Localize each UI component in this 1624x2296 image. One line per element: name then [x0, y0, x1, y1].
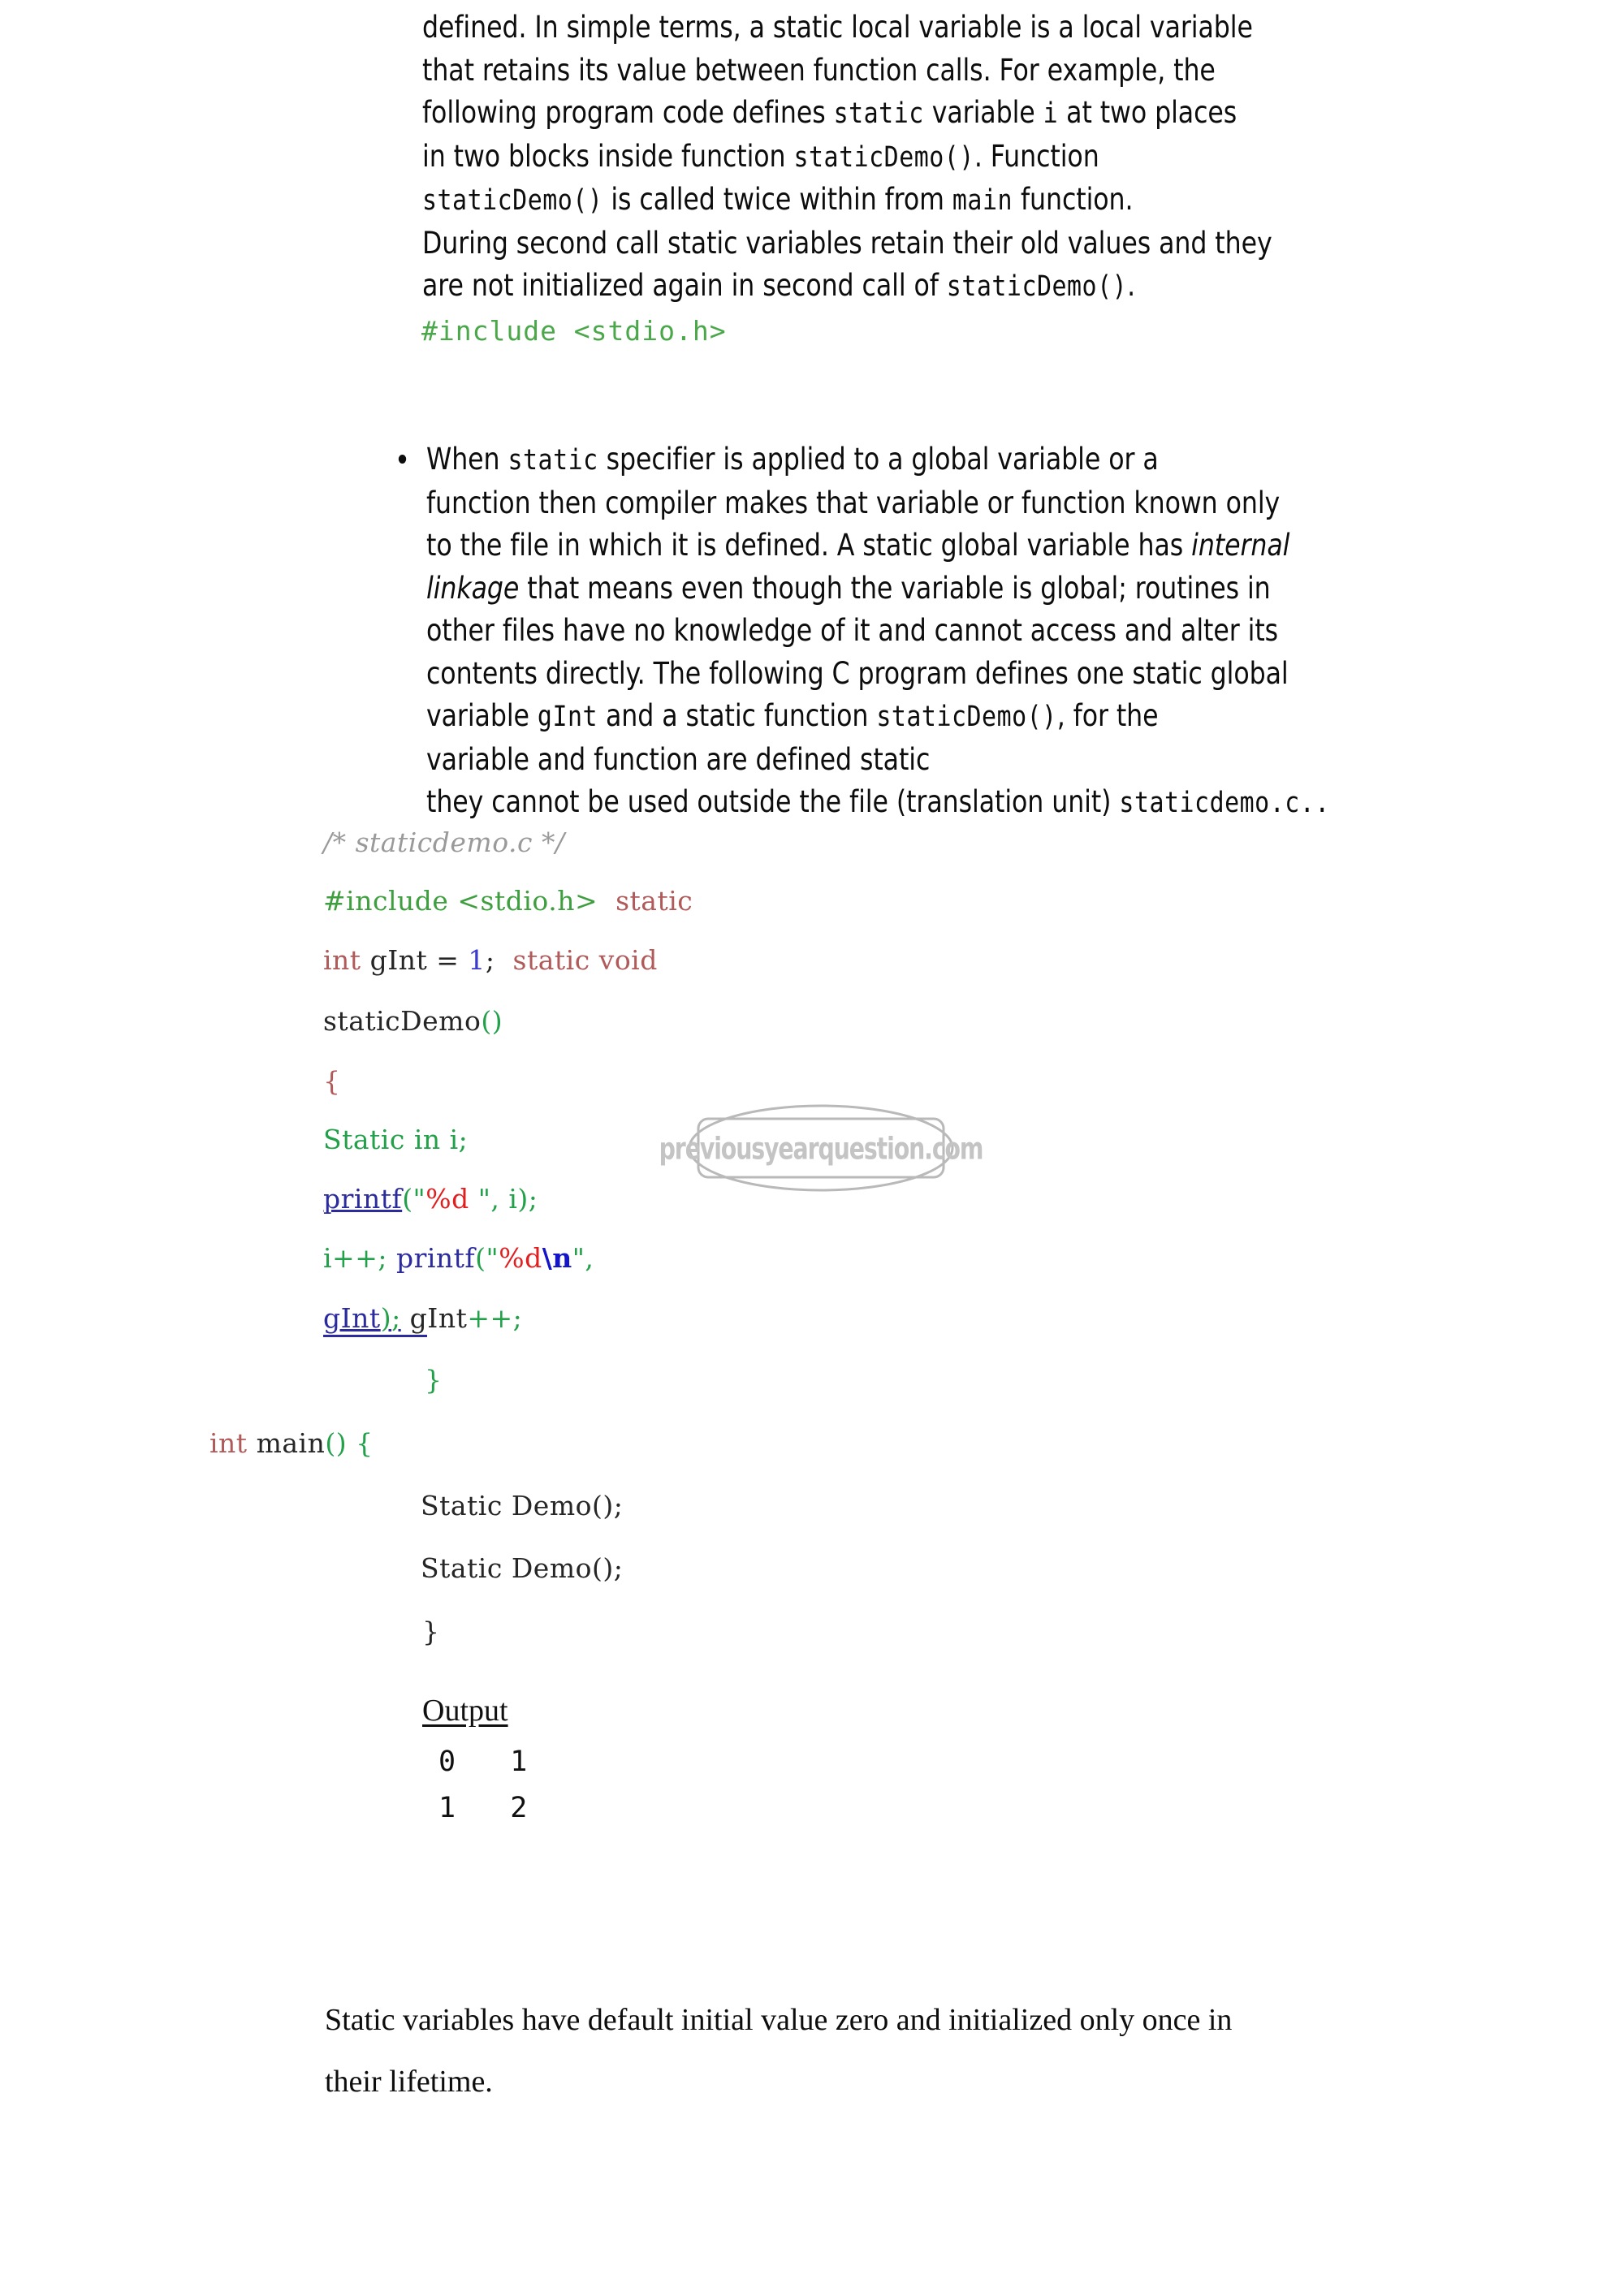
code-line: gInt); gInt++;	[323, 1302, 523, 1337]
code-token: )	[380, 1302, 392, 1334]
inline-code: gInt	[537, 701, 598, 733]
code-token: static void	[512, 944, 658, 976]
watermark: previousyearquestion.com	[659, 1103, 984, 1193]
code-token: ;	[485, 944, 495, 976]
code-line: int main() {	[209, 1427, 374, 1459]
paragraph-line: linkage that means even though the varia…	[426, 570, 1271, 606]
code-line: Static in i;	[323, 1124, 468, 1155]
code-token: {	[323, 1065, 341, 1097]
code-token: ++;	[467, 1302, 523, 1334]
code-line: }	[425, 1364, 443, 1396]
code-token: {	[356, 1427, 374, 1459]
code-token: static	[615, 885, 693, 917]
code-token: ()	[325, 1427, 348, 1459]
code-token: %d	[425, 1183, 469, 1215]
document-page: defined. In simple terms, a static local…	[0, 0, 1624, 2296]
inline-code: staticdemo.c..	[1119, 787, 1330, 819]
code-token: ", i);	[469, 1183, 538, 1215]
code-token: /* staticdemo.c */	[323, 826, 565, 858]
paragraph-line: in two blocks inside function staticDemo…	[422, 138, 1099, 174]
paragraph-line: staticDemo() is called twice within from…	[422, 182, 1134, 217]
inline-code: static	[508, 444, 598, 477]
code-token: printf	[323, 1183, 403, 1215]
code-token: int	[323, 944, 361, 976]
code-token: }	[422, 1616, 440, 1647]
spellcheck-underline	[323, 1335, 427, 1337]
code-token: printf	[395, 1242, 476, 1274]
paragraph-line: function then compiler makes that variab…	[426, 485, 1281, 520]
code-token: gInt	[323, 1302, 381, 1334]
code-token: Static Demo();	[421, 1490, 624, 1521]
code-token: #include <stdio.h>	[323, 885, 598, 917]
output-row: 0 1	[438, 1746, 529, 1778]
paragraph-line: variable and function are defined static	[426, 741, 931, 777]
code-line: /* staticdemo.c */	[323, 826, 565, 858]
emphasis-text: linkage	[426, 570, 520, 606]
inline-code: staticDemo()	[876, 701, 1057, 733]
emphasis-text: internal	[1191, 528, 1290, 563]
code-token: =	[427, 944, 469, 976]
watermark-ellipse-icon	[688, 1104, 954, 1192]
bullet-dot-icon	[398, 455, 407, 464]
paragraph-line: When static specifier is applied to a gl…	[426, 442, 1159, 477]
code-line: #include <stdio.h> static	[323, 885, 693, 917]
paragraph-line: contents directly. The following C progr…	[426, 655, 1289, 691]
bullet-paragraph: When static specifier is applied to a gl…	[398, 438, 1330, 825]
code-token: ("	[475, 1242, 499, 1274]
code-line: int gInt = 1; static void	[323, 944, 658, 976]
paragraph-bottom: Static variables have default initial va…	[325, 1989, 1232, 2113]
paragraph-line: are not initialized again in second call…	[422, 268, 1136, 303]
paragraph-line: to the file in which it is defined. A st…	[426, 528, 1290, 563]
code-token: ",	[572, 1242, 594, 1274]
paragraph-line: that retains its value between function …	[422, 52, 1216, 88]
paragraph-line: other files have no knowledge of it and …	[426, 613, 1279, 648]
inline-code: staticDemo()	[422, 184, 603, 217]
output-row: 1 2	[438, 1792, 529, 1824]
code-line: staticDemo()	[323, 1005, 503, 1037]
paragraph-line: their lifetime.	[325, 2065, 493, 2099]
paragraph-line: Static variables have default initial va…	[325, 2003, 1233, 2037]
code-line: printf("%d ", i);	[323, 1183, 538, 1215]
code-token: gInt	[400, 1302, 468, 1334]
code-line: }	[422, 1616, 440, 1647]
code-token: Static in i;	[323, 1124, 469, 1155]
code-token: \n	[542, 1242, 572, 1274]
code-token: i++;	[323, 1242, 396, 1274]
code-line: {	[323, 1065, 341, 1097]
paragraph-line: they cannot be used outside the file (tr…	[426, 784, 1330, 819]
code-token: Static Demo();	[421, 1552, 624, 1584]
inline-code: staticDemo()	[946, 270, 1128, 303]
code-token: 1	[468, 944, 486, 976]
code-line: Static Demo();	[421, 1490, 623, 1521]
code-token: gInt	[369, 944, 428, 976]
paragraph-line: During second call static variables reta…	[422, 225, 1272, 261]
paragraph-line: following program code defines static va…	[422, 95, 1237, 130]
code-token: ()	[481, 1005, 503, 1037]
code-token: ("	[402, 1183, 426, 1215]
watermark-text: previousyearquestion.com	[659, 1130, 984, 1166]
code-line: i++; printf("%d\n",	[323, 1242, 594, 1274]
code-token: ;	[391, 1302, 401, 1334]
inline-code: static	[833, 97, 924, 130]
code-token: int	[209, 1427, 248, 1459]
code-token: staticDemo	[323, 1005, 482, 1037]
include-directive-line: #include <stdio.h>	[421, 315, 727, 347]
paragraph-line: variable gInt and a static function stat…	[426, 698, 1159, 733]
paragraph-top: defined. In simple terms, a static local…	[422, 6, 1272, 309]
code-line: Static Demo();	[421, 1552, 623, 1584]
inline-code: staticDemo()	[793, 140, 974, 174]
code-token: }	[425, 1364, 443, 1396]
code-token: main	[247, 1427, 326, 1459]
inline-code: i	[1043, 97, 1059, 130]
inline-code: main	[952, 184, 1013, 217]
output-label: Output	[422, 1694, 508, 1728]
paragraph-line: defined. In simple terms, a static local…	[422, 10, 1253, 45]
code-token: %d	[499, 1242, 542, 1274]
